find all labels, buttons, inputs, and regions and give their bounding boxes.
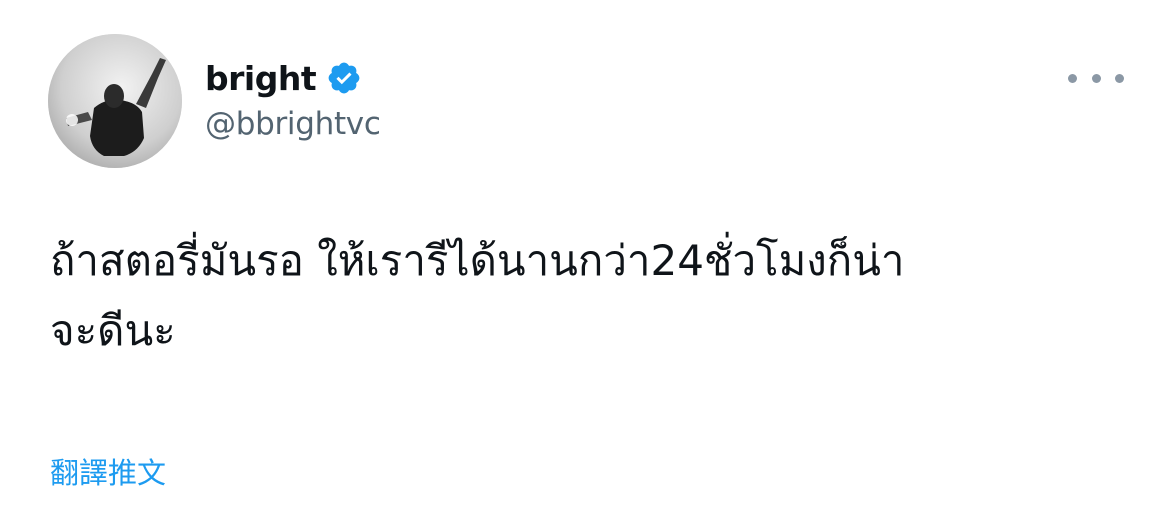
avatar[interactable] bbox=[48, 34, 182, 168]
more-dots-icon bbox=[1068, 73, 1077, 83]
user-handle[interactable]: @bbrightvc bbox=[205, 106, 381, 142]
name-row: bright bbox=[205, 56, 381, 100]
user-info: bright @bbrightvc bbox=[205, 56, 381, 143]
tweet-text: ถ้าสตอรี่มันรอ ให้เรารีได้นานกว่า24ชั่วโ… bbox=[50, 236, 905, 355]
translate-tweet-link[interactable]: 翻譯推文 bbox=[50, 450, 166, 492]
verified-badge-icon bbox=[326, 60, 362, 96]
display-name[interactable]: bright bbox=[205, 59, 317, 98]
tweet-card: bright @bbrightvc ถ้าสตอรี่มันรอ ให้เราร… bbox=[0, 0, 1170, 520]
more-options-button[interactable] bbox=[1068, 64, 1124, 92]
profile-photo-icon bbox=[48, 34, 182, 168]
more-dots-icon bbox=[1115, 73, 1124, 83]
more-dots-icon bbox=[1091, 73, 1101, 83]
